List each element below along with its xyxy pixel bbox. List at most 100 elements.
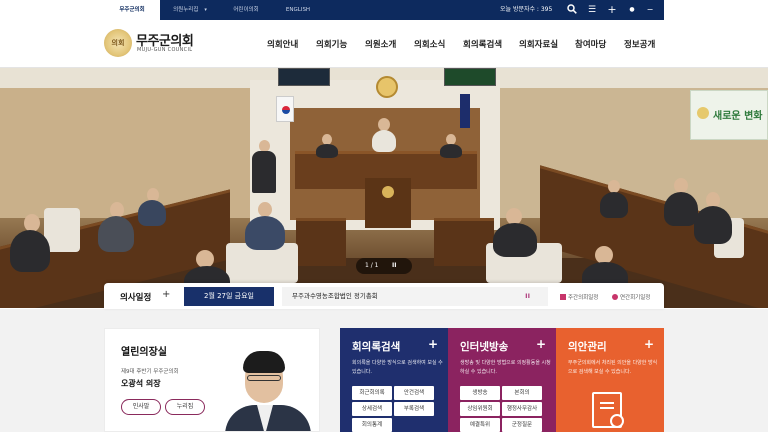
slide-pause-button[interactable]: II bbox=[392, 258, 396, 274]
search-icon[interactable] bbox=[566, 4, 578, 16]
top-tab-council[interactable]: 무주군의회 bbox=[104, 0, 160, 20]
chevron-down-icon: ▾ bbox=[204, 7, 207, 13]
hero-person bbox=[316, 144, 338, 158]
nav-item-participation[interactable]: 참여마당 bbox=[575, 38, 606, 50]
hero-person bbox=[493, 223, 537, 257]
standing-committee-button[interactable]: 상임위원회 bbox=[460, 402, 500, 416]
plenary-button[interactable]: 본회의 bbox=[502, 386, 542, 400]
top-tab-members-label: 의원누리집 bbox=[173, 7, 199, 13]
hero-person bbox=[664, 192, 698, 226]
banner-logo-icon bbox=[697, 107, 709, 119]
hero-person bbox=[138, 200, 166, 226]
plus-icon[interactable]: + bbox=[606, 4, 618, 16]
hero-person bbox=[694, 206, 732, 244]
internet-broadcast-plus-icon[interactable]: + bbox=[536, 337, 546, 351]
annual-schedule-link[interactable]: 연간회기일정 bbox=[612, 293, 650, 301]
meeting-stats-button[interactable]: 회의통계 bbox=[352, 418, 392, 432]
menu-icon[interactable]: ☰ bbox=[586, 4, 598, 16]
logo-subtitle: MUJU-GUN COUNCIL bbox=[137, 47, 193, 53]
hero-screen-right bbox=[444, 68, 496, 86]
speaker-portrait bbox=[225, 349, 311, 431]
detail-search-button[interactable]: 상세검색 bbox=[352, 402, 392, 416]
top-utility-bar: 무주군의회 의원누리집 ▾ 어린이의회 ENGLISH 오늘 방문자수 : 395… bbox=[0, 0, 768, 20]
county-question-button[interactable]: 군정질문 bbox=[502, 418, 542, 432]
bill-management-title: 의안관리 bbox=[568, 341, 607, 353]
internet-broadcast-title: 인터넷방송 bbox=[460, 341, 509, 353]
speaker-card: 열린의장실 제9대 후반기 무주군의회 오광석 의장 인사말 누리집 bbox=[104, 328, 320, 432]
hero-person bbox=[245, 216, 285, 250]
hero-desk-center bbox=[296, 218, 346, 266]
internet-broadcast-desc: 생방송 및 다양한 방법으로 의정활동을 시청하실 수 있습니다. bbox=[460, 360, 551, 375]
minutes-search-title: 회의록검색 bbox=[352, 341, 401, 353]
minutes-search-desc: 회의록을 다양한 방식으로 검색하여 보실 수 있습니다. bbox=[352, 360, 443, 375]
recent-minutes-button[interactable]: 회근회의록 bbox=[352, 386, 392, 400]
visitor-count: 오늘 방문자수 : 395 bbox=[500, 6, 553, 13]
minutes-search-card[interactable]: 회의록검색 + 회의록을 다양한 방식으로 검색하여 보실 수 있습니다. 회근… bbox=[340, 328, 448, 432]
nav-item-minutes-search[interactable]: 회의록검색 bbox=[463, 38, 502, 50]
speaker-card-title: 열린의장실 bbox=[121, 347, 167, 358]
bill-management-desc: 무주군의회에서 처리된 의안을 다양한 방식으로 검색해 보실 수 있습니다. bbox=[568, 360, 658, 375]
magnifier-icon bbox=[610, 414, 624, 428]
calendar-icon bbox=[560, 294, 566, 300]
hero-person-head bbox=[674, 178, 688, 193]
homepage-button[interactable]: 누리집 bbox=[165, 399, 205, 415]
hero-person bbox=[440, 144, 462, 158]
hero-slide-pager: 1 / 1 II bbox=[356, 258, 412, 274]
nav-item-news[interactable]: 의회소식 bbox=[414, 38, 445, 50]
hero-desk-center bbox=[434, 218, 494, 266]
schedule-more-plus-icon[interactable]: + bbox=[162, 289, 170, 300]
hero-person bbox=[372, 130, 396, 152]
schedule-bar: 의사일정 + 2월 27일 금요일 무주과수영농조합법인 정기총회 II 주간의… bbox=[104, 283, 664, 309]
logo-emblem-icon[interactable]: 의회 bbox=[104, 29, 132, 57]
site-header: 의회 무주군의회 MUJU-GUN COUNCIL 의회안내 의회기능 의원소개… bbox=[0, 20, 768, 68]
top-tab-english[interactable]: ENGLISH bbox=[272, 0, 324, 20]
minutes-search-plus-icon[interactable]: + bbox=[428, 337, 438, 351]
nav-item-disclosure[interactable]: 정보공개 bbox=[624, 38, 655, 50]
hero-person bbox=[600, 192, 628, 218]
council-flag-icon bbox=[460, 94, 470, 128]
hero-banner-text: 새로운 변화 bbox=[713, 111, 763, 122]
weekly-schedule-label: 주간의회일정 bbox=[568, 295, 599, 301]
hero-banner-photo: 새로운 변화 1 / 1 II bbox=[0, 68, 768, 308]
schedule-title: 의사일정 bbox=[120, 293, 152, 303]
internet-broadcast-card[interactable]: 인터넷방송 + 생방송 및 다양한 방법으로 의정활동을 시청하실 수 있습니다… bbox=[448, 328, 556, 432]
hero-wall-banner: 새로운 변화 bbox=[690, 90, 768, 140]
schedule-date: 2월 27일 금요일 bbox=[184, 287, 274, 306]
portrait-glasses bbox=[247, 375, 281, 381]
live-broadcast-button[interactable]: 생방송 bbox=[460, 386, 500, 400]
audit-button[interactable]: 행정사무감사 bbox=[502, 402, 542, 416]
nav-item-council-info[interactable]: 의회안내 bbox=[267, 38, 298, 50]
speaker-term: 제9대 후반기 무주군의회 bbox=[121, 369, 179, 375]
annual-schedule-label: 연간회기일정 bbox=[620, 295, 651, 301]
hero-person-head bbox=[258, 202, 272, 217]
bill-management-plus-icon[interactable]: + bbox=[644, 337, 654, 351]
top-tab-kids[interactable]: 어린이의회 bbox=[220, 0, 272, 20]
nav-item-members[interactable]: 의원소개 bbox=[365, 38, 396, 50]
podium-seal-icon bbox=[382, 186, 394, 198]
council-seal-icon bbox=[376, 76, 398, 98]
budget-committee-button[interactable]: 예결특위 bbox=[460, 418, 500, 432]
hero-person bbox=[10, 230, 50, 272]
slide-counter: 1 / 1 bbox=[365, 262, 379, 269]
appendix-search-button[interactable]: 부록검색 bbox=[394, 402, 434, 416]
greeting-button[interactable]: 인사말 bbox=[121, 399, 161, 415]
agenda-search-button[interactable]: 안건검색 bbox=[394, 386, 434, 400]
korean-flag-icon bbox=[276, 96, 294, 122]
speaker-name: 오광석 의장 bbox=[121, 379, 161, 388]
hero-person bbox=[98, 216, 134, 252]
schedule-event[interactable]: 무주과수영농조합법인 정기총회 II bbox=[282, 287, 548, 306]
nav-item-council-function[interactable]: 의회기능 bbox=[316, 38, 347, 50]
logo-emblem-text: 의회 bbox=[111, 39, 125, 47]
hero-person bbox=[252, 151, 276, 193]
top-tab-members[interactable]: 의원누리집 ▾ bbox=[160, 0, 220, 20]
dot-icon[interactable]: ● bbox=[626, 4, 638, 16]
top-utility-bar-inner: 무주군의회 의원누리집 ▾ 어린이의회 ENGLISH 오늘 방문자수 : 395… bbox=[104, 0, 664, 20]
hero-screen-left bbox=[278, 68, 330, 86]
dash-icon[interactable]: − bbox=[644, 4, 656, 16]
nav-item-archive[interactable]: 의회자료실 bbox=[519, 38, 558, 50]
bill-management-card[interactable]: 의안관리 + 무주군의회에서 처리된 의안을 다양한 방식으로 검색해 보실 수… bbox=[556, 328, 664, 432]
schedule-pause-button[interactable]: II bbox=[525, 287, 530, 306]
clock-icon bbox=[612, 294, 618, 300]
weekly-schedule-link[interactable]: 주간의회일정 bbox=[560, 293, 598, 301]
schedule-event-text: 무주과수영농조합법인 정기총회 bbox=[292, 292, 378, 300]
